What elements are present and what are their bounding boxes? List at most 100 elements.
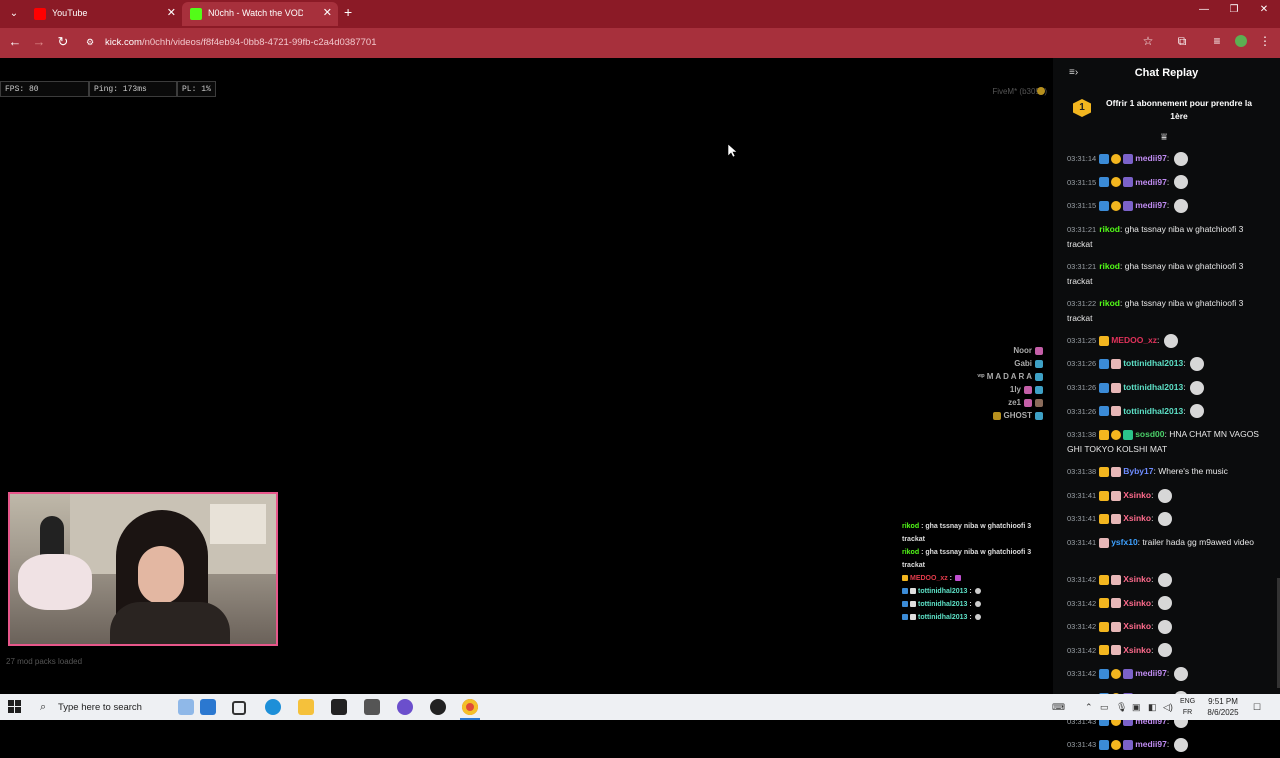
back-button[interactable]: ← [6,34,24,49]
emote-icon [1173,737,1188,752]
volume-icon[interactable]: ◁) [1163,702,1173,713]
gold-badge-icon [1111,200,1122,211]
keyboard-icon[interactable]: ⌨ [1052,702,1065,713]
purple-badge-icon [1123,153,1134,164]
message-username[interactable]: medii97 [1135,739,1167,749]
bookmark-star-icon[interactable]: ☆ [1139,34,1157,48]
tab-search-icon[interactable]: ⌄ [4,4,24,24]
message-username[interactable]: ysfx10 [1111,537,1137,547]
new-tab-button[interactable]: + [344,4,352,20]
site-info-icon[interactable]: ⚙ [86,37,96,47]
message-username[interactable]: tottinidhal2013 [1123,406,1183,416]
mail-icon[interactable] [364,699,380,715]
message-timestamp: 03:31:42 [1067,598,1097,608]
message-username[interactable]: medii97 [1135,200,1167,210]
purple-badge-icon [1123,669,1134,680]
reload-button[interactable]: ↻ [54,34,72,50]
ingame-chat-line: rikod : gha tssnay niba w ghatchioofi 3 … [902,520,1046,546]
player-list: Noor Gabi ᵛᶦᵖ M A D A R A 1ly ze1 GHOST [977,344,1043,422]
taskbar-search[interactable]: ⌕ Type here to search [32,694,172,720]
message-username[interactable]: tottinidhal2013 [1123,358,1183,368]
tab-kick[interactable]: N0chh - Watch the VOD on ✕ [182,2,338,26]
tab-youtube[interactable]: YouTube ✕ [26,2,182,26]
close-tab-icon[interactable]: ✕ [323,6,332,19]
green-badge-icon [1123,429,1134,440]
search-highlight-icon[interactable] [178,699,194,715]
ingame-chat-line: tottinidhal2013 : [902,611,1046,624]
close-window-button[interactable]: ✕ [1254,4,1274,15]
message-timestamp: 03:31:41 [1067,514,1097,524]
message-username[interactable]: Byby17 [1123,466,1153,476]
message-username[interactable]: rikod [1099,261,1120,271]
task-view-icon[interactable] [232,701,246,715]
filter-icon[interactable]: ⩸ [1161,132,1167,143]
chrome-icon[interactable] [462,699,478,715]
message-username[interactable]: sosd00 [1135,429,1164,439]
message-username[interactable]: tottinidhal2013 [1123,382,1183,392]
chat-title: Chat Replay [1134,67,1199,79]
clock-time: 9:51 PM [1208,697,1238,706]
gold-badge-icon [1111,177,1122,188]
language-indicator[interactable]: ENG FR [1180,696,1195,718]
media-control-icon[interactable]: ≡ [1208,34,1226,48]
chat-text: : [967,601,972,608]
gift-sub-promo[interactable]: 1 Offrir 1 abonnement pour prendre la 1è… [1053,90,1280,130]
taskbar: ⌕ Type here to search ⌨ ⌃ ▭ 🎙 ▣ ◧ ◁) ENG… [0,694,1280,720]
pink-badge-icon [1099,537,1110,548]
url-field[interactable]: ⚙ kick.com/n0chh/videos/f8f4eb94-0bb8-47… [84,32,1164,54]
forward-button[interactable]: → [30,34,48,49]
chat-message: 03:31:26 tottinidhal2013: [1053,377,1273,401]
emote-icon [955,575,962,582]
message-username[interactable]: Xsinko [1123,513,1151,523]
crown-icon [992,411,1001,420]
message-timestamp: 03:31:42 [1067,669,1097,679]
game-stats-bar: FPS: 80 Ping: 173ms PL: 1% [0,81,216,97]
store-icon[interactable] [331,699,347,715]
discord-icon[interactable] [397,699,413,715]
restore-button[interactable]: ❐ [1224,4,1244,15]
chat-message: 03:31:15 medii97: [1053,172,1273,196]
emote-icon [1157,643,1172,658]
message-username[interactable]: MEDOO_xz [1111,335,1157,345]
message-username[interactable]: medii97 [1135,153,1167,163]
obs-icon[interactable] [430,699,446,715]
menu-icon[interactable]: ⋮ [1256,34,1274,48]
message-username[interactable]: Xsinko [1123,621,1151,631]
mic-icon[interactable]: 🎙 [1116,702,1127,713]
clock[interactable]: 9:51 PM 8/6/2025 [1200,696,1246,718]
ingame-chat-line: MEDOO_xz : [902,572,1046,585]
network-icon[interactable]: ◧ [1148,702,1157,713]
message-timestamp: 03:31:41 [1067,490,1097,500]
profile-avatar[interactable] [1235,35,1247,47]
edge-icon[interactable] [265,699,281,715]
extensions-icon[interactable]: ⧉ [1173,34,1191,49]
url-path: /n0chh/videos/f8f4eb94-0bb8-4721-99fb-c2… [141,37,377,48]
crown-badge-icon [1099,514,1110,525]
message-username[interactable]: Xsinko [1123,574,1151,584]
minimize-button[interactable]: — [1194,4,1214,15]
message-username[interactable]: medii97 [1135,668,1167,678]
notifications-icon[interactable]: ☐ [1253,702,1261,713]
browser-tab-bar: ⌄ YouTube ✕ N0chh - Watch the VOD on ✕ +… [0,0,1280,28]
player-name: ze1 [1008,398,1021,407]
player-item: Gabi [977,357,1043,370]
chat-message: 03:31:21 rikod: gha tssnay niba w ghatchi… [1067,260,1244,286]
file-explorer-icon[interactable] [298,699,314,715]
start-button[interactable] [8,700,22,714]
tray-icon[interactable]: ▭ [1100,702,1109,713]
message-username[interactable]: rikod [1099,298,1120,308]
message-username[interactable]: Xsinko [1123,645,1151,655]
close-tab-icon[interactable]: ✕ [167,6,176,19]
webcam-overlay [8,492,278,646]
message-username[interactable]: Xsinko [1123,598,1151,608]
show-hidden-icons-icon[interactable]: ⌃ [1085,702,1093,713]
message-username[interactable]: medii97 [1135,177,1167,187]
pen-app-icon[interactable] [200,699,216,715]
player-item: GHOST [977,409,1043,422]
ingame-chat: rikod : gha tssnay niba w ghatchioofi 3 … [902,520,1046,624]
tray-icon[interactable]: ▣ [1132,702,1141,713]
emote-icon [1173,151,1188,166]
message-username[interactable]: rikod [1099,224,1120,234]
message-username[interactable]: Xsinko [1123,490,1151,500]
badge-icon [910,614,916,621]
